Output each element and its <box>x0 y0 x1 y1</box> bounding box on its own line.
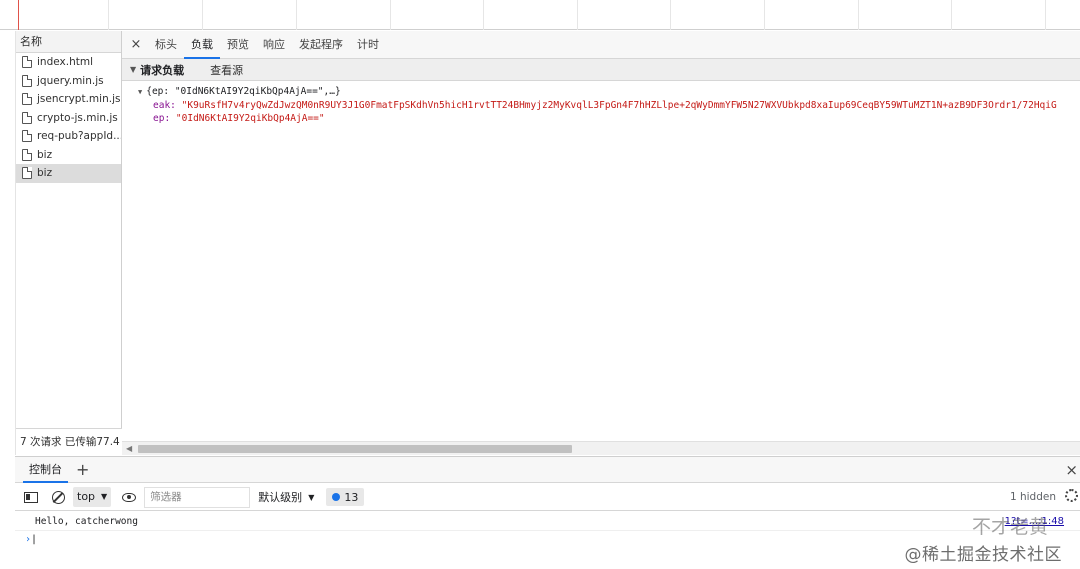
document-icon <box>22 130 32 143</box>
log-text: Hello, catcherwong <box>35 516 138 527</box>
property-key: ep: <box>153 113 171 124</box>
request-row[interactable]: jsencrypt.min.js <box>16 90 121 109</box>
request-row[interactable]: jquery.min.js <box>16 72 121 91</box>
scrollbar-thumb[interactable] <box>138 445 572 453</box>
waterfall-gridline <box>296 0 297 30</box>
waterfall-gridline <box>108 0 109 30</box>
waterfall-gridline <box>390 0 391 30</box>
log-level-value: 默认级别 <box>258 491 303 504</box>
request-details-panel: × 标头 负载 预览 响应 发起程序 计时 ▼ 请求负载 查看源 ▼ {ep: "… <box>122 31 1080 455</box>
watermark-author: 不才老黄 <box>971 516 1048 538</box>
tab-console[interactable]: 控制台 <box>23 457 68 483</box>
waterfall-gridline <box>764 0 765 30</box>
document-icon <box>22 111 32 124</box>
request-payload-section-header[interactable]: ▼ 请求负载 查看源 <box>122 59 1080 81</box>
add-tab-icon[interactable]: + <box>76 457 89 483</box>
request-name: jquery.min.js <box>37 74 104 87</box>
details-tabbar: × 标头 负载 预览 响应 发起程序 计时 <box>122 31 1080 59</box>
request-name: crypto-js.min.js <box>37 111 118 124</box>
request-list-panel: 名称 index.html jquery.min.js jsencrypt.mi… <box>15 31 122 455</box>
tab-headers[interactable]: 标头 <box>148 31 184 59</box>
clear-console-icon[interactable] <box>52 490 65 504</box>
waterfall-gridline <box>202 0 203 30</box>
document-icon <box>22 167 32 180</box>
sidebar-toggle-icon[interactable] <box>24 491 38 503</box>
tab-initiator[interactable]: 发起程序 <box>292 31 350 59</box>
issues-count: 13 <box>344 490 359 504</box>
document-icon <box>22 93 32 106</box>
request-name: req-pub?appId... <box>37 130 121 143</box>
payload-tree: ▼ {ep: "0IdN6KtAI9Y2qiKbQp4AjA==",…} eak:… <box>122 81 1080 141</box>
log-level-selector[interactable]: 默认级别 ▼ <box>258 489 314 505</box>
property-value: "0IdN6KtAI9Y2qiKbQp4AjA==" <box>175 113 325 124</box>
issues-badge[interactable]: 13 <box>326 488 365 506</box>
tab-timing[interactable]: 计时 <box>350 31 386 59</box>
hidden-messages-count: 1 hidden <box>1009 491 1056 503</box>
console-filter-input[interactable] <box>144 486 251 508</box>
request-summary-footer: 7 次请求 已传输77.4 <box>16 428 122 455</box>
collapse-triangle-icon[interactable]: ▼ <box>130 65 136 74</box>
payload-root-row[interactable]: ▼ {ep: "0IdN6KtAI9Y2qiKbQp4AjA==",…} <box>138 85 1080 99</box>
request-name: index.html <box>37 56 93 69</box>
tab-response[interactable]: 响应 <box>256 31 292 59</box>
tab-payload[interactable]: 负载 <box>184 31 220 59</box>
horizontal-scrollbar[interactable]: ◀ <box>122 441 1080 455</box>
scroll-left-arrow-icon[interactable]: ◀ <box>126 444 132 453</box>
request-row[interactable]: biz <box>16 146 121 165</box>
request-row[interactable]: req-pub?appId... <box>16 127 121 146</box>
waterfall-gridline <box>858 0 859 30</box>
section-title: 请求负载 <box>140 63 185 77</box>
document-icon <box>22 148 32 161</box>
console-log-message: Hello, catcherwong 1?t=...:1:48 <box>15 512 1080 531</box>
property-key: eak: <box>153 100 176 111</box>
request-name: biz <box>37 148 53 161</box>
request-row[interactable]: crypto-js.min.js <box>16 109 121 128</box>
waterfall-gridline <box>1045 0 1046 30</box>
name-column-header[interactable]: 名称 <box>16 31 121 53</box>
text-cursor: | <box>31 534 38 545</box>
waterfall-gridline <box>670 0 671 30</box>
waterfall-gridline <box>577 0 578 30</box>
load-marker-line <box>18 0 19 30</box>
eye-icon[interactable] <box>122 492 137 502</box>
gear-icon[interactable] <box>1065 489 1078 502</box>
context-selector[interactable]: top ▼ <box>73 487 112 507</box>
close-drawer-icon[interactable]: × <box>1065 461 1078 479</box>
payload-summary: {ep: "0IdN6KtAI9Y2qiKbQp4AjA==",…} <box>146 86 341 97</box>
property-value: "K9uRsfH7v4ryQwZdJwzQM0nR9UY3J1G0FmatFpS… <box>181 100 1057 111</box>
context-value: top <box>77 490 96 503</box>
expand-triangle-icon[interactable]: ▼ <box>138 88 142 96</box>
caret-down-icon: ▼ <box>101 492 108 501</box>
message-icon <box>332 493 341 501</box>
waterfall-gridline <box>483 0 484 30</box>
document-icon <box>22 74 32 87</box>
console-toolbar: top ▼ 默认级别 ▼ 13 1 hidden <box>15 484 1080 511</box>
caret-down-icon: ▼ <box>308 492 315 502</box>
document-icon <box>22 56 32 69</box>
network-waterfall-overview[interactable] <box>0 0 1080 30</box>
view-source-link[interactable]: 查看源 <box>210 62 243 78</box>
watermark-site: @稀土掘金技术社区 <box>904 545 1062 565</box>
request-row[interactable]: index.html <box>16 53 121 72</box>
request-name: jsencrypt.min.js <box>37 93 121 106</box>
drawer-tabbar: 控制台 + × <box>15 456 1080 483</box>
tab-preview[interactable]: 预览 <box>220 31 256 59</box>
waterfall-gridline <box>951 0 952 30</box>
request-row-selected[interactable]: biz <box>16 164 121 183</box>
close-icon[interactable]: × <box>124 37 148 52</box>
request-name: biz <box>37 167 53 180</box>
payload-property-ep[interactable]: ep: "0IdN6KtAI9Y2qiKbQp4AjA==" <box>138 112 1080 125</box>
payload-property-eak[interactable]: eak: "K9uRsfH7v4ryQwZdJwzQM0nR9UY3J1G0Fm… <box>138 99 1080 112</box>
